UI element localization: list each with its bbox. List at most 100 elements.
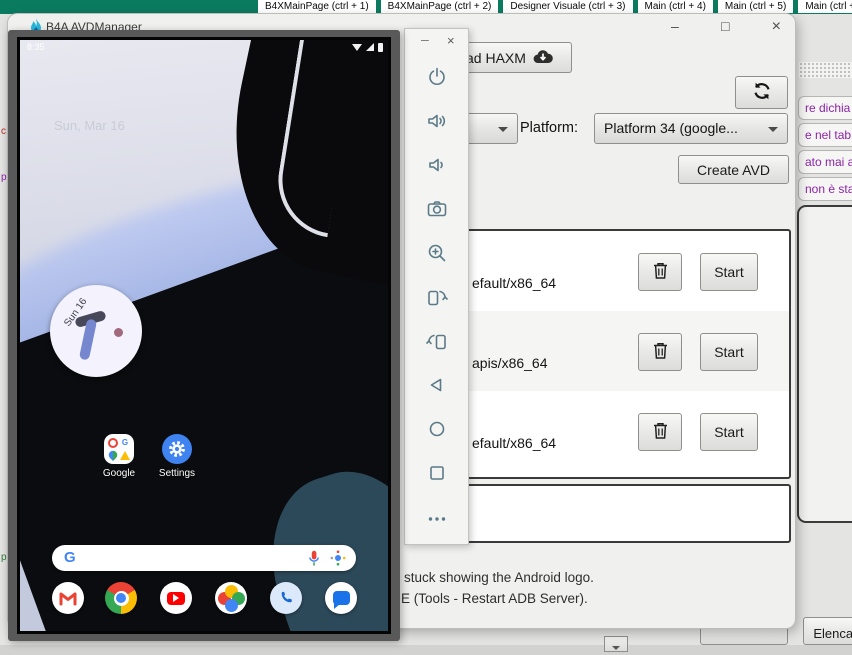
gear-icon [169,441,185,457]
avd-list-panel: efault/x86_64 Start apis/x86_64 Start ef… [414,229,791,479]
notification-icon [52,43,57,51]
trash-icon [652,261,669,283]
ide-tab-main-4[interactable]: Main (ctrl + 4) [637,0,713,13]
chrome-dot [116,593,126,603]
power-icon[interactable] [425,65,449,89]
phone-app-icon[interactable] [270,582,302,614]
hint-line: stuck showing the Android logo. [404,570,594,585]
ide-log-line: e nel tab [798,123,852,147]
overview-icon[interactable] [425,461,449,485]
app-label-google: Google [102,468,136,479]
minimize-button[interactable]: – [671,18,679,36]
window-controls: – □ × [671,18,781,36]
chrome-inner [113,590,129,606]
platform-selected-value: Platform 34 (google... [604,120,738,136]
youtube-app-icon[interactable] [160,582,192,614]
create-avd-button[interactable]: Create AVD [678,155,789,184]
trash-icon [652,421,669,443]
avd-name: efault/x86_64 [472,275,557,291]
volume-up-icon[interactable] [425,109,449,133]
photos-app-icon[interactable] [215,582,247,614]
minimize-button[interactable]: – [421,31,429,47]
platform-label: Platform: [520,120,579,136]
gmail-app-icon[interactable] [52,582,84,614]
avd-row: apis/x86_64 Start [416,311,789,391]
mini-google-g-icon: G [121,438,129,447]
ide-log-line: re dichia [798,96,852,120]
output-box[interactable] [414,484,791,543]
ide-tab-strip: B4XMainPage (ctrl + 1) B4XMainPage (ctrl… [258,0,852,13]
close-button[interactable]: × [772,18,781,36]
home-icon[interactable] [425,417,449,441]
app-label-settings: Settings [158,468,196,479]
ide-tab-main-5[interactable]: Main (ctrl + 5) [717,0,794,13]
mini-app-icon [108,438,118,448]
more-icon[interactable] [425,507,449,531]
volume-down-icon[interactable] [425,153,449,177]
google-lens-icon[interactable] [330,550,346,571]
start-avd-button[interactable]: Start [700,253,758,291]
clock-dot [114,328,123,337]
hint-line: E (Tools - Restart ADB Server). [401,591,588,606]
start-avd-button[interactable]: Start [700,413,758,451]
back-icon[interactable] [425,373,449,397]
maximize-button[interactable]: □ [721,18,729,36]
chrome-app-icon[interactable] [105,582,137,614]
chevron-down-icon [498,127,508,132]
emulator-window: 8:35 Sun, Mar 16 Sun 16 G Google Setting… [8,30,400,641]
signal-icon [366,43,374,51]
android-screen[interactable]: 8:35 Sun, Mar 16 Sun 16 G Google Setting… [20,40,388,631]
ide-panel-edge [797,205,852,523]
camera-icon[interactable] [425,197,449,221]
chat-bubble-icon [332,591,350,609]
start-avd-button[interactable]: Start [700,333,758,371]
zoom-in-icon[interactable] [425,241,449,265]
messages-app-icon[interactable] [325,582,357,614]
battery-icon [378,43,383,52]
avd-row: efault/x86_64 Start [416,231,789,311]
refresh-icon [751,81,773,104]
ide-mini-dropdown[interactable] [604,636,628,652]
ide-log-line: ato mai a [798,150,852,174]
rotate-cw-icon[interactable] [425,329,449,353]
mini-maps-icon [106,448,120,462]
delete-avd-button[interactable] [638,253,682,291]
delete-avd-button[interactable] [638,333,682,371]
emulator-bezel: 8:35 Sun, Mar 16 Sun 16 G Google Setting… [17,37,391,634]
wifi-icon [352,44,362,51]
trash-icon [652,341,669,363]
rotate-ccw-icon[interactable] [425,285,449,309]
ide-tab-b4xmainpage-1[interactable]: B4XMainPage (ctrl + 1) [258,0,376,13]
status-bar: 8:35 [20,40,388,54]
google-search-bar[interactable]: G [52,545,356,571]
avd-row: efault/x86_64 Start [416,391,789,471]
refresh-avd-list-button[interactable] [735,76,788,109]
cloud-download-icon [533,49,553,67]
ide-tab-main-6[interactable]: Main (ctrl + 6) [798,0,852,13]
avd-name: efault/x86_64 [472,435,557,451]
microphone-icon[interactable] [308,550,320,572]
ide-collapsed-region [799,62,852,78]
notification-icon [64,43,71,50]
status-time: 8:35 [27,42,45,52]
ide-bottom-strip [0,645,852,655]
log-text: e nel tab [805,128,852,142]
ide-topbar: B4XMainPage (ctrl + 1) B4XMainPage (ctrl… [0,0,852,14]
ide-tab-b4xmainpage-2[interactable]: B4XMainPage (ctrl + 2) [380,0,499,13]
avd-name: apis/x86_64 [472,355,548,371]
analog-clock-widget[interactable]: Sun 16 [50,285,142,377]
delete-avd-button[interactable] [638,413,682,451]
chevron-down-icon [768,127,778,132]
chevron-down-icon [612,646,620,650]
ide-tab-designer-visuale[interactable]: Designer Visuale (ctrl + 3) [503,0,633,13]
emulator-toolbar-window: – × [404,28,469,545]
settings-app-icon[interactable] [162,434,192,464]
ide-log-line: non è sta [798,177,852,201]
elenca-button[interactable]: Elenca i [803,617,852,645]
google-folder-icon[interactable]: G [104,434,134,464]
platform-dropdown[interactable]: Platform 34 (google... [594,113,788,144]
log-text: ato mai a [805,155,852,169]
close-button[interactable]: × [447,33,455,48]
youtube-play-badge [167,591,185,605]
log-text: re dichia [805,101,851,115]
